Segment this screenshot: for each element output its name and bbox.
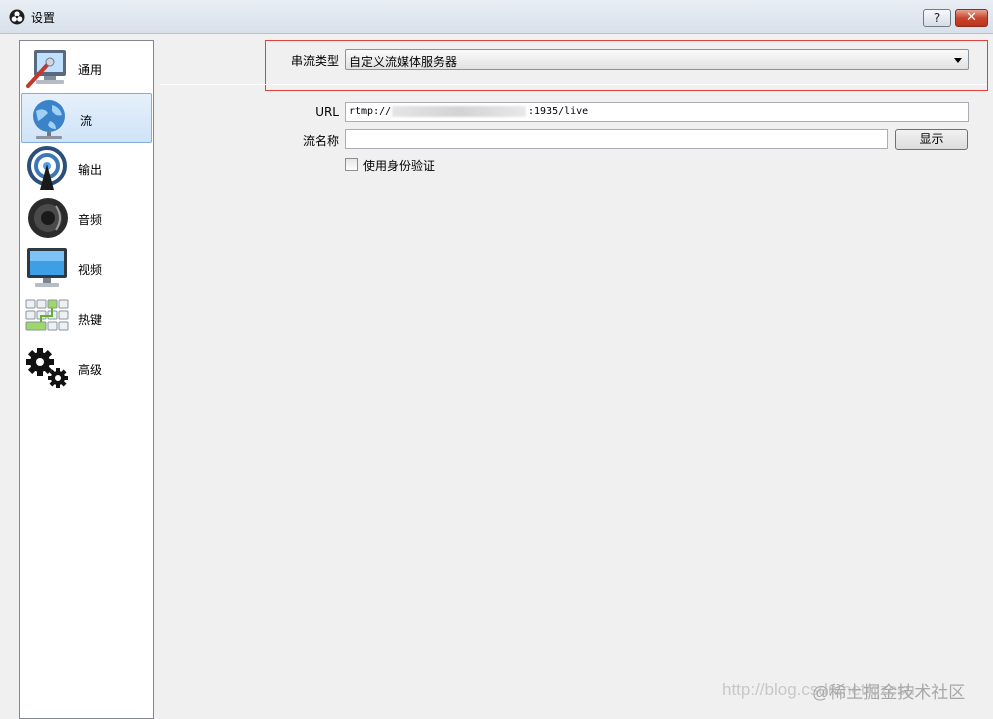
keyboard-icon — [25, 299, 69, 331]
sidebar-item-label: 音频 — [78, 213, 103, 227]
redacted-host — [392, 106, 526, 117]
close-button[interactable]: ✕ — [955, 9, 988, 27]
sidebar-item-audio[interactable]: 音频 — [20, 193, 153, 243]
gears-icon — [26, 348, 68, 388]
url-label: URL — [315, 105, 339, 119]
chevron-down-icon — [954, 58, 962, 63]
sidebar-item-label: 热键 — [78, 313, 103, 327]
sidebar-item-output[interactable]: 输出 — [20, 143, 153, 193]
monitor-icon — [27, 248, 67, 287]
speaker-icon — [28, 198, 68, 238]
use-auth-label[interactable]: 使用身份验证 — [363, 157, 435, 174]
sidebar-item-general[interactable]: 通用 — [20, 43, 153, 93]
sidebar-item-label: 通用 — [78, 63, 103, 77]
url-suffix: :1935/live — [528, 106, 589, 117]
url-field[interactable]: rtmp:// :1935/live — [345, 102, 969, 122]
stream-type-value: 自定义流媒体服务器 — [349, 55, 458, 69]
section-divider — [160, 84, 986, 85]
watermark-brand: @稀土掘金技术社区 — [812, 678, 965, 703]
use-auth-checkbox[interactable] — [345, 158, 358, 171]
sidebar-item-label: 输出 — [78, 163, 103, 177]
url-prefix: rtmp:// — [349, 106, 392, 117]
settings-sidebar: 通用 流 输出 音频 视频 热键 高级 — [19, 40, 154, 719]
sidebar-item-label: 流 — [80, 114, 93, 128]
stream-key-label: 流名称 — [302, 134, 339, 148]
sidebar-item-video[interactable]: 视频 — [20, 243, 153, 293]
obs-logo-icon — [9, 9, 25, 25]
stream-type-select[interactable]: 自定义流媒体服务器 — [345, 49, 969, 70]
window-title: 设置 — [31, 11, 56, 25]
sidebar-item-label: 高级 — [78, 363, 103, 377]
general-icon — [26, 50, 66, 88]
stream-key-field[interactable] — [345, 129, 888, 149]
sidebar-item-stream[interactable]: 流 — [21, 93, 152, 143]
sidebar-item-advanced[interactable]: 高级 — [20, 343, 153, 393]
help-button[interactable]: ? — [923, 9, 951, 27]
sidebar-item-label: 视频 — [78, 263, 103, 277]
output-broadcast-icon — [27, 146, 67, 190]
title-bar: 设置 ? ✕ — [0, 0, 993, 34]
watermark-brand-text: @稀土掘金技术社区 — [812, 683, 966, 702]
stream-type-label: 串流类型 — [290, 54, 339, 68]
stream-globe-icon — [33, 100, 65, 139]
sidebar-item-hotkeys[interactable]: 热键 — [20, 293, 153, 343]
show-key-button[interactable]: 显示 — [895, 129, 968, 150]
